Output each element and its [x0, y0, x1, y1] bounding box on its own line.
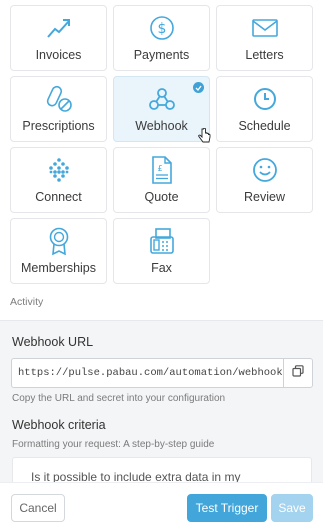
svg-text:$: $ [157, 21, 166, 37]
tile-webhook[interactable]: Webhook [113, 76, 211, 143]
smiley-icon [217, 156, 312, 184]
criteria-guide-link[interactable]: Formatting your request: A step-by-step … [12, 439, 214, 450]
tile-prescriptions[interactable]: Prescriptions [10, 76, 107, 142]
clock-icon [217, 85, 312, 113]
diamond-dots-icon [11, 156, 106, 184]
tile-memberships[interactable]: Memberships [10, 218, 107, 284]
hand-cursor-icon [198, 127, 211, 149]
tile-invoices[interactable]: Invoices [10, 5, 107, 71]
webhook-url-title: Webhook URL [12, 335, 94, 349]
tile-label: Schedule [238, 119, 291, 133]
footer-actions: Cancel Test Trigger Save [0, 482, 323, 527]
tile-label: Memberships [20, 261, 97, 275]
test-trigger-button[interactable]: Test Trigger [187, 494, 267, 522]
webhook-settings-panel: Webhook URL https://pulse.pabau.com/auto… [0, 320, 323, 483]
tile-payments[interactable]: $ Payments [113, 5, 210, 71]
save-button[interactable]: Save [271, 494, 313, 522]
copy-url-button[interactable] [283, 358, 313, 388]
tile-letters[interactable]: Letters [216, 5, 313, 71]
activity-label: Activity [10, 296, 44, 308]
tile-fax[interactable]: Fax [113, 218, 210, 284]
pound-document-icon: £ [114, 156, 209, 184]
tile-label: Webhook [135, 119, 188, 133]
tile-label: Review [244, 190, 285, 204]
badge-ribbon-icon [11, 227, 106, 255]
tile-label: Connect [35, 190, 82, 204]
tile-review[interactable]: Review [216, 147, 313, 213]
tile-label: Letters [245, 48, 284, 62]
webhook-url-row: https://pulse.pabau.com/automation/webho… [11, 358, 313, 388]
webhook-criteria-title: Webhook criteria [12, 418, 106, 432]
dollar-circle-icon: $ [114, 14, 209, 42]
pills-icon [11, 85, 106, 113]
tile-label: Quote [144, 190, 179, 204]
tile-label: Invoices [35, 48, 82, 62]
tile-schedule[interactable]: Schedule [216, 76, 313, 142]
webhook-url-field[interactable]: https://pulse.pabau.com/automation/webho… [11, 358, 283, 388]
cancel-button[interactable]: Cancel [11, 494, 65, 522]
tile-connect[interactable]: Connect [10, 147, 107, 213]
webhook-icon [114, 85, 209, 113]
chart-trend-icon [11, 14, 106, 42]
svg-text:£: £ [157, 164, 162, 173]
envelope-icon [217, 14, 312, 42]
tile-label: Payments [133, 48, 190, 62]
tile-label: Fax [151, 261, 172, 275]
tile-quote[interactable]: £ Quote [113, 147, 210, 213]
copy-hint: Copy the URL and secret into your config… [12, 393, 226, 404]
tile-label: Prescriptions [22, 119, 95, 133]
faq-card[interactable]: Is it possible to include extra data in … [12, 457, 312, 483]
copy-icon [292, 364, 304, 382]
fax-icon [114, 227, 209, 255]
